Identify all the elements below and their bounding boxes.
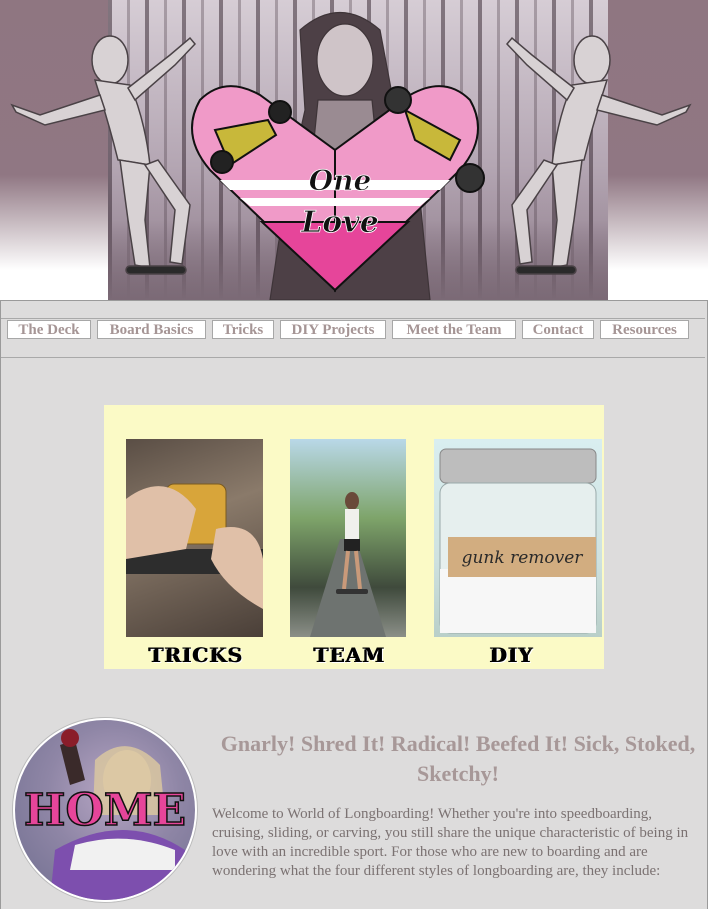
feature-label-tricks[interactable]: TRICKS bbox=[149, 643, 244, 667]
feature-strip: gunk remover TRICKS TEAM DIY bbox=[104, 405, 604, 669]
diy-photo[interactable]: gunk remover bbox=[434, 439, 602, 637]
jar-label-text: gunk remover bbox=[462, 548, 584, 568]
home-badge-art: HOME bbox=[23, 729, 190, 900]
nav-item-tricks[interactable]: Tricks bbox=[212, 320, 274, 339]
team-photo[interactable] bbox=[290, 439, 406, 637]
right-skater-figure bbox=[505, 35, 692, 275]
nav-item-board-basics[interactable]: Board Basics bbox=[97, 320, 206, 339]
page-heading: Gnarly! Shred It! Radical! Beefed It! Si… bbox=[220, 731, 696, 786]
feature-label-team[interactable]: TEAM bbox=[314, 643, 386, 667]
logo-line1: One bbox=[309, 164, 372, 197]
nav-item-the-deck[interactable]: The Deck bbox=[7, 320, 91, 339]
home-badge[interactable]: HOME bbox=[13, 718, 197, 902]
header-banner: One Love bbox=[0, 0, 708, 300]
banner-artwork: One Love bbox=[10, 11, 692, 300]
nav-item-diy-projects[interactable]: DIY Projects bbox=[280, 320, 386, 339]
home-badge-text: HOME bbox=[24, 785, 186, 836]
left-skater-figure bbox=[10, 35, 197, 275]
feature-label-diy[interactable]: DIY bbox=[490, 643, 534, 667]
logo-line2: Love bbox=[300, 205, 379, 240]
intro-paragraph: Welcome to World of Longboarding! Whethe… bbox=[212, 806, 689, 879]
page-body: The Deck Board Basics Tricks DIY Project… bbox=[0, 300, 708, 909]
tricks-photo[interactable] bbox=[126, 439, 263, 637]
nav-item-meet-the-team[interactable]: Meet the Team bbox=[392, 320, 516, 339]
nav-item-contact[interactable]: Contact bbox=[522, 320, 594, 339]
main-nav: The Deck Board Basics Tricks DIY Project… bbox=[1, 318, 705, 358]
nav-item-resources[interactable]: Resources bbox=[600, 320, 689, 339]
